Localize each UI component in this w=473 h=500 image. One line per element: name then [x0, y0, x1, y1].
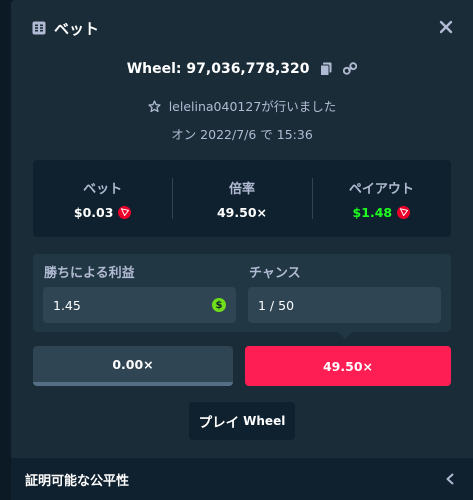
stat-payout-value-row: $1.48 [353, 205, 411, 220]
bet-stats-panel: ベット $0.03 倍率 49.50× ペイアウト $1.48 [33, 160, 451, 237]
play-button-game: Wheel [243, 414, 286, 428]
stat-payout-value: $1.48 [352, 204, 393, 220]
selection-pointer [338, 332, 352, 339]
multiplier-segment-selected[interactable]: 49.50× [245, 346, 451, 386]
tron-coin-icon [397, 205, 411, 219]
stat-multiplier: 倍率 49.50× [172, 160, 311, 237]
play-button-label: プレイ [198, 415, 240, 431]
profit-value: 1.45 [53, 297, 81, 313]
provably-fair-title: 証明可能な公平性 [25, 473, 130, 489]
profit-chance-panel: 勝ちによる利益 1.45 $ チャンス 1 / 50 [33, 254, 451, 332]
play-wheel-button[interactable]: プレイ Wheel [189, 402, 295, 440]
profit-label: 勝ちによる利益 [44, 266, 135, 281]
stat-multiplier-label: 倍率 [228, 181, 255, 197]
stat-payout-label: ペイアウト [348, 181, 414, 197]
profit-input[interactable]: 1.45 $ [43, 287, 236, 323]
stat-bet-value: $0.03 [73, 204, 114, 220]
receipt-icon [32, 21, 46, 35]
stat-bet-label: ベット [83, 181, 123, 197]
chance-input[interactable]: 1 / 50 [248, 287, 441, 323]
tron-coin-icon [118, 205, 132, 219]
modal-title: ベット [54, 19, 100, 38]
chance-value: 1 / 50 [258, 297, 295, 313]
link-icon[interactable] [343, 62, 358, 76]
provably-fair-section[interactable]: 証明可能な公平性 [11, 458, 473, 500]
chance-field: チャンス 1 / 50 [248, 262, 441, 323]
stat-bet: ベット $0.03 [33, 160, 172, 237]
close-icon[interactable] [439, 20, 453, 34]
stat-payout: ペイアウト $1.48 [311, 160, 451, 237]
chevron-left-icon [446, 473, 454, 485]
bet-date: オン 2022/7/6 で 15:36 [171, 127, 313, 142]
username-text[interactable]: lelelina040127が行いました [169, 99, 337, 114]
game-id-label: Wheel: 97,036,778,320 [126, 61, 310, 77]
copy-icon[interactable] [320, 62, 332, 76]
stat-multiplier-value: 49.50× [216, 204, 267, 220]
bet-details-modal: ベット Wheel: 97,036,778,320 lelelina040127… [11, 0, 473, 500]
multiplier-segment-0[interactable]: 0.00× [33, 346, 233, 386]
user-row: lelelina040127が行いました [11, 96, 473, 115]
star-icon [148, 100, 161, 113]
profit-field: 勝ちによる利益 1.45 $ [43, 262, 236, 323]
stat-bet-value-row: $0.03 [74, 205, 132, 220]
modal-header: ベット [11, 0, 473, 56]
game-id-row: Wheel: 97,036,778,320 [11, 61, 473, 77]
chance-label: チャンス [249, 266, 301, 281]
dollar-icon: $ [212, 298, 226, 312]
